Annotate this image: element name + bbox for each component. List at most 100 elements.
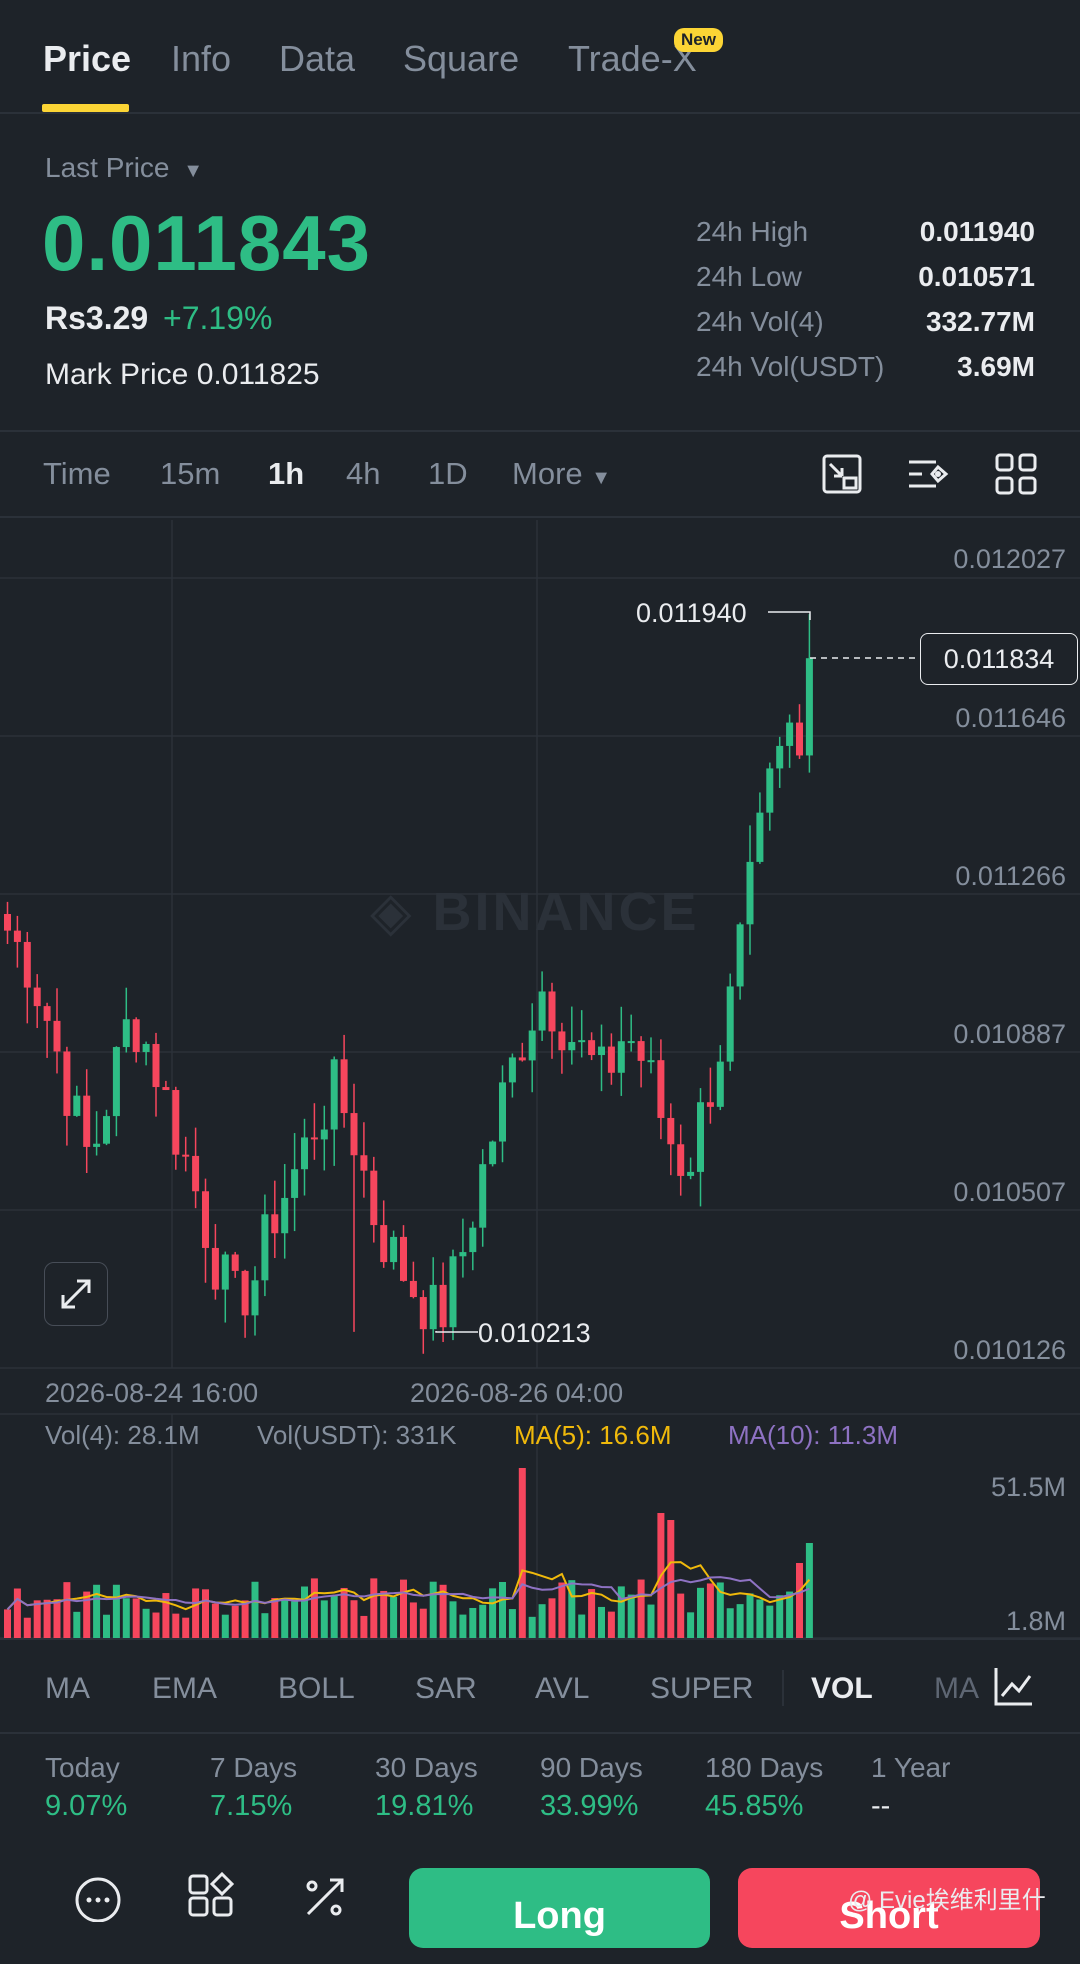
indicator-ema[interactable]: EMA <box>152 1672 217 1706</box>
divider <box>0 516 1080 518</box>
expand-chart-button[interactable] <box>44 1262 108 1326</box>
volume-bar <box>73 1611 81 1638</box>
volume-bar <box>736 1604 744 1638</box>
candle-body <box>291 1169 299 1198</box>
interval-more[interactable]: More ▼ <box>512 456 611 492</box>
candle-body <box>53 1020 61 1052</box>
candle-body <box>360 1155 368 1171</box>
volume-bar <box>310 1578 318 1638</box>
apps-icon[interactable] <box>186 1872 236 1922</box>
interval-4h[interactable]: 4h <box>346 456 380 492</box>
volume-bar <box>301 1586 308 1638</box>
candle-body <box>746 861 754 925</box>
volume-bar <box>122 1598 130 1638</box>
indicator-avl[interactable]: AVL <box>535 1672 589 1706</box>
stat-value: 0.010571 <box>918 261 1035 292</box>
low-marker-label: 0.010213 <box>478 1318 591 1348</box>
volume-bar <box>489 1588 497 1638</box>
candle-body <box>112 1047 120 1117</box>
candle-body <box>330 1059 338 1130</box>
volume-bar <box>291 1601 299 1638</box>
fiat-price: Rs3.29 <box>45 300 149 336</box>
candle-body <box>489 1141 497 1165</box>
tab-price[interactable]: Price <box>43 38 131 80</box>
new-badge: New <box>674 28 723 52</box>
volume-bar <box>13 1588 21 1638</box>
settings-icon[interactable] <box>906 452 950 496</box>
candle-body <box>390 1236 398 1263</box>
grid-layout-icon[interactable] <box>994 452 1038 496</box>
mark-price: Mark Price 0.011825 <box>45 358 320 392</box>
interval-15m[interactable]: 15m <box>160 456 220 492</box>
candle-body <box>657 1060 665 1118</box>
candle-body <box>33 987 41 1007</box>
candle-body <box>251 1280 259 1316</box>
candle-body <box>716 1061 724 1107</box>
candle-body <box>439 1284 447 1328</box>
tab-square[interactable]: Square <box>403 38 519 80</box>
trading-bot-icon[interactable] <box>300 1872 350 1922</box>
volume-bar <box>766 1605 774 1638</box>
stat-24h-vol-base: 24h Vol(4) 332.77M <box>696 306 1035 346</box>
vol-usdt-legend: Vol(USDT): 331K <box>257 1420 457 1450</box>
candle-body <box>469 1227 477 1253</box>
candle-body <box>83 1095 91 1147</box>
perf-period: 90 Days <box>540 1752 643 1783</box>
candle-body <box>637 1041 645 1061</box>
indicator-ma[interactable]: MA <box>45 1672 90 1706</box>
candle-body <box>766 768 774 813</box>
candle-body <box>211 1247 219 1290</box>
price-axis-label: 0.010887 <box>953 1019 1066 1049</box>
chart-type-icon[interactable] <box>820 452 864 496</box>
volume-bar <box>627 1594 635 1638</box>
interval-time[interactable]: Time <box>43 456 111 492</box>
long-button[interactable]: Long <box>409 1868 710 1948</box>
volume-bar <box>598 1606 605 1638</box>
stat-label: 24h High <box>696 216 809 247</box>
volume-bar <box>637 1579 645 1638</box>
caret-down-icon: ▼ <box>591 467 612 489</box>
candle-body <box>776 745 784 769</box>
perf-value: 19.81% <box>375 1790 474 1822</box>
perf-period: 7 Days <box>210 1752 298 1783</box>
interval-1h[interactable]: 1h <box>268 456 304 492</box>
top-tabs: Price Info Data Square Trade-X New <box>0 0 1080 114</box>
volume-bar <box>4 1609 11 1638</box>
tab-data[interactable]: Data <box>279 38 355 80</box>
indicator-sar[interactable]: SAR <box>415 1672 477 1706</box>
interval-1d[interactable]: 1D <box>428 456 468 492</box>
candle-body <box>508 1057 516 1083</box>
indicator-vol[interactable]: VOL <box>811 1672 873 1706</box>
candle-body <box>43 1006 51 1021</box>
indicator-settings-icon[interactable] <box>992 1664 1036 1708</box>
last-price-dropdown[interactable]: Last Price ▼ <box>45 152 203 184</box>
candle-body <box>687 1171 695 1176</box>
volume-bar <box>103 1614 110 1638</box>
divider <box>0 1732 1080 1734</box>
mark-price-value: 0.011825 <box>196 358 320 391</box>
indicator-boll[interactable]: BOLL <box>278 1672 355 1706</box>
volume-bar <box>508 1609 516 1638</box>
candle-body <box>578 1040 586 1043</box>
indicator-macd[interactable]: MA <box>934 1672 979 1706</box>
more-options-icon[interactable] <box>73 1872 123 1922</box>
volume-bar <box>687 1612 695 1638</box>
volume-bar <box>726 1608 734 1638</box>
candle-body <box>409 1280 417 1298</box>
candle-body <box>172 1090 180 1155</box>
candle-body <box>726 986 734 1062</box>
volume-bar <box>588 1589 596 1638</box>
high-marker-line <box>768 611 811 620</box>
tab-info[interactable]: Info <box>171 38 231 80</box>
candle-body <box>23 941 31 988</box>
candle-body <box>261 1214 269 1281</box>
candlestick-chart[interactable] <box>0 520 1080 1640</box>
volume-bar <box>182 1617 190 1638</box>
candle-body <box>499 1082 506 1142</box>
candle-body <box>736 924 744 987</box>
volume-bar <box>706 1583 714 1638</box>
volume-bar <box>499 1581 506 1638</box>
volume-bar <box>548 1598 556 1638</box>
candle-body <box>231 1254 239 1271</box>
indicator-super[interactable]: SUPER <box>650 1672 753 1706</box>
